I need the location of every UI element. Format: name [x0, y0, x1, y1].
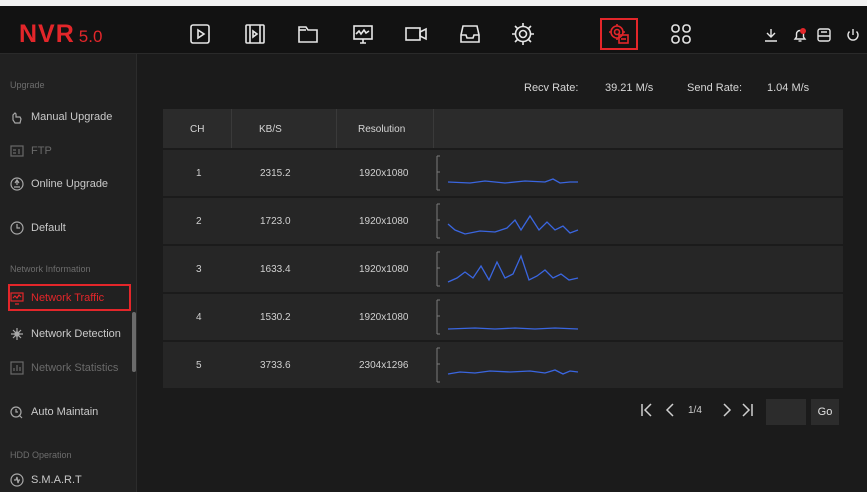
- cell-resolution: 1920x1080: [359, 264, 409, 275]
- cell-resolution: 1920x1080: [359, 168, 409, 179]
- cell-kbs: 3733.6: [260, 360, 291, 371]
- ftp-icon: [10, 144, 24, 158]
- send-rate-label: Send Rate:: [687, 82, 743, 94]
- storage-icon[interactable]: [457, 21, 483, 47]
- auto-maintain-icon: [10, 405, 24, 419]
- traffic-graph: [436, 155, 578, 191]
- header-resolution: Resolution: [358, 124, 406, 135]
- top-bar: NVR 5.0: [0, 0, 867, 54]
- cell-kbs: 1633.4: [260, 264, 291, 275]
- cell-kbs: 1723.0: [260, 216, 291, 227]
- download-icon[interactable]: [763, 27, 779, 43]
- sidebar: Upgrade Manual Upgrade FTP Online Upgrad…: [0, 54, 137, 492]
- sidebar-item-online-upgrade[interactable]: Online Upgrade: [10, 175, 108, 193]
- cell-resolution: 2304x1296: [359, 360, 409, 371]
- sidebar-item-label: Network Detection: [31, 328, 121, 340]
- camera-icon[interactable]: [403, 21, 429, 47]
- table-row[interactable]: 1 2315.2 1920x1080: [163, 150, 843, 196]
- cell-ch: 3: [196, 264, 202, 275]
- table-row[interactable]: 4 1530.2 1920x1080: [163, 294, 843, 340]
- sidebar-scrollbar[interactable]: [132, 312, 136, 372]
- sidebar-heading-upgrade: Upgrade: [10, 80, 45, 90]
- sidebar-item-label: Auto Maintain: [31, 406, 99, 418]
- sidebar-item-auto-maintain[interactable]: Auto Maintain: [10, 403, 98, 421]
- traffic-graph: [436, 299, 579, 335]
- sidebar-item-label: Network Traffic: [31, 292, 105, 304]
- traffic-graph: [436, 347, 579, 383]
- sidebar-item-label: Online Upgrade: [31, 178, 109, 190]
- table-row[interactable]: 5 3733.6 2304x1296: [163, 342, 843, 388]
- cell-ch: 4: [196, 312, 202, 323]
- last-page-button[interactable]: [740, 403, 754, 421]
- cell-kbs: 1530.2: [260, 312, 291, 323]
- page-indicator: 1/4: [688, 405, 702, 416]
- monitor-icon[interactable]: [350, 21, 376, 47]
- network-statistics-icon: [10, 361, 24, 375]
- sidebar-item-smart[interactable]: S.M.A.R.T: [10, 471, 82, 489]
- online-upgrade-icon: [10, 177, 24, 191]
- brand-logo: NVR 5.0: [19, 20, 102, 49]
- power-icon[interactable]: [845, 27, 861, 43]
- column-divider: [433, 109, 434, 148]
- sidebar-item-ftp[interactable]: FTP: [10, 142, 52, 160]
- sidebar-item-label: Network Statistics: [31, 362, 119, 374]
- table-row[interactable]: 2 1723.0 1920x1080: [163, 198, 843, 244]
- header-ch: CH: [190, 124, 205, 135]
- sidebar-item-label: FTP: [31, 145, 52, 157]
- playback-icon[interactable]: [187, 21, 213, 47]
- send-rate-value: 1.04 M/s: [767, 82, 810, 94]
- sidebar-item-label: S.M.A.R.T: [31, 474, 82, 486]
- first-page-button[interactable]: [640, 403, 654, 421]
- sidebar-heading-hdd-operation: HDD Operation: [10, 450, 72, 460]
- column-divider: [231, 109, 232, 148]
- video-files-icon[interactable]: [242, 21, 268, 47]
- alarm-bell-icon[interactable]: [792, 27, 808, 43]
- page-number-input[interactable]: [766, 399, 806, 425]
- sidebar-item-network-statistics[interactable]: Network Statistics: [10, 359, 118, 377]
- system-maintenance-icon[interactable]: [606, 21, 632, 47]
- default-icon: [10, 221, 24, 235]
- traffic-graph: [436, 203, 579, 239]
- table-row[interactable]: 3 1633.4 1920x1080: [163, 246, 843, 292]
- hand-upgrade-icon: [10, 110, 24, 124]
- smart-icon: [10, 473, 24, 487]
- header-kbs: KB/S: [259, 124, 282, 135]
- column-divider: [336, 109, 337, 148]
- sidebar-item-label: Default: [31, 222, 66, 234]
- next-page-button[interactable]: [719, 403, 733, 421]
- sidebar-item-network-detection[interactable]: Network Detection: [10, 325, 121, 343]
- sidebar-item-manual-upgrade[interactable]: Manual Upgrade: [10, 108, 112, 126]
- cell-ch: 5: [196, 360, 202, 371]
- folder-icon[interactable]: [295, 21, 321, 47]
- cell-kbs: 2315.2: [260, 168, 291, 179]
- network-detection-icon: [10, 327, 24, 341]
- backup-icon[interactable]: [816, 27, 832, 43]
- table-header: CH KB/S Resolution: [163, 109, 843, 148]
- settings-icon[interactable]: [510, 21, 536, 47]
- sidebar-item-default[interactable]: Default: [10, 219, 66, 237]
- recv-rate-value: 39.21 M/s: [605, 82, 654, 94]
- cell-ch: 2: [196, 216, 202, 227]
- cell-ch: 1: [196, 168, 202, 179]
- sidebar-heading-network-information: Network Information: [10, 264, 91, 274]
- apps-icon[interactable]: [668, 21, 694, 47]
- sidebar-item-label: Manual Upgrade: [31, 111, 113, 123]
- network-traffic-icon: [10, 291, 24, 305]
- top-strip: [0, 0, 867, 6]
- prev-page-button[interactable]: [664, 403, 678, 421]
- cell-resolution: 1920x1080: [359, 216, 409, 227]
- sidebar-item-network-traffic[interactable]: Network Traffic: [10, 289, 104, 307]
- brand-name: NVR: [19, 20, 75, 48]
- cell-resolution: 1920x1080: [359, 312, 409, 323]
- go-button[interactable]: Go: [811, 399, 839, 425]
- brand-version: 5.0: [78, 27, 103, 46]
- traffic-graph: [436, 251, 579, 287]
- recv-rate-label: Recv Rate:: [524, 82, 579, 94]
